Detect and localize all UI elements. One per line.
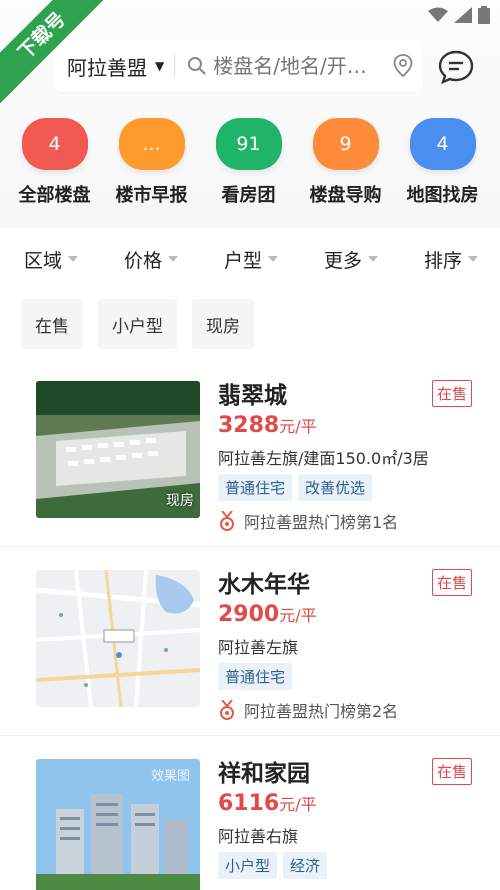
dropdown-triangle-icon (168, 256, 179, 262)
battery-icon (478, 6, 490, 24)
category-badge: ... (118, 118, 185, 170)
filter-price[interactable]: 价格 (100, 238, 200, 280)
category-label: 全部楼盘 (18, 185, 91, 206)
wifi-icon (428, 7, 448, 22)
message-icon[interactable] (438, 50, 474, 84)
category-row: 4 全部楼盘 ... 楼市早报 91 看房团 9 楼盘导购 4 地图找房 (0, 118, 500, 207)
dropdown-triangle-icon (268, 256, 279, 262)
filter-label: 区域 (24, 249, 63, 272)
category-label: 看房团 (221, 185, 276, 206)
filter-label: 更多 (324, 249, 363, 272)
listing-name: 翡翠城 (218, 383, 287, 409)
price-unit: 元/平 (279, 417, 317, 436)
listing-tag: 普通住宅 (218, 474, 293, 501)
category-all-projects[interactable]: 4 全部楼盘 (6, 118, 103, 207)
thumb-tag: 效果图 (150, 769, 190, 784)
category-map-search[interactable]: 4 地图找房 (394, 118, 491, 207)
filter-bar: 区域 价格 户型 更多 排序 (0, 238, 500, 280)
listing-tags: 普通住宅 改善优选 (218, 474, 373, 501)
price-unit: 元/平 (279, 795, 317, 814)
category-badge: 9 (312, 118, 379, 170)
status-badge: 在售 (431, 758, 472, 785)
medal-icon (220, 511, 234, 531)
divider (174, 55, 176, 77)
dropdown-triangle-icon (68, 256, 79, 262)
price-value: 3288 (218, 413, 280, 438)
listing-photo: 现房 (36, 381, 200, 518)
caret-down-icon: ▼ (155, 59, 165, 73)
search-bar[interactable]: 阿拉善盟 ▼ (53, 40, 423, 92)
city-name: 阿拉善盟 (67, 55, 147, 80)
listing-price: 3288元/平 (218, 413, 317, 438)
listing-price: 6116元/平 (218, 791, 317, 816)
listing-tag: 经济 (283, 852, 328, 879)
listing-address: 阿拉善左旗/建面150.0㎡/3居 (218, 449, 429, 468)
filter-sort[interactable]: 排序 (400, 238, 500, 280)
category-project-guide[interactable]: 9 楼盘导购 (297, 118, 394, 207)
status-badge: 在售 (431, 380, 472, 407)
rank-text: 阿拉善盟热门榜第1名 (244, 513, 399, 532)
listing-address: 阿拉善左旗 (218, 638, 299, 657)
status-badge: 在售 (431, 569, 472, 596)
list-item[interactable]: 效果图 祥和家园 在售 6116元/平 阿拉善右旗 小户型 经济 (0, 736, 500, 890)
filter-more[interactable]: 更多 (300, 238, 400, 280)
listing-tags: 普通住宅 (218, 663, 293, 690)
price-unit: 元/平 (279, 606, 317, 625)
dropdown-triangle-icon (468, 256, 479, 262)
listing-price: 2900元/平 (218, 602, 317, 627)
thumb-tag: 现房 (166, 493, 194, 509)
chip-on-sale[interactable]: 在售 (21, 299, 83, 349)
listing-name: 祥和家园 (218, 761, 310, 787)
filter-label: 排序 (424, 249, 463, 272)
listing-rank: 阿拉善盟热门榜第2名 (218, 698, 398, 722)
listing-rank: 阿拉善盟热门榜第1名 (218, 509, 398, 533)
map-thumbnail-image (36, 570, 200, 707)
listing-photo (36, 570, 200, 707)
chip-small-unit[interactable]: 小户型 (98, 299, 177, 349)
search-input[interactable] (213, 54, 379, 78)
category-badge: 4 (21, 118, 88, 170)
listing-tag: 小户型 (218, 852, 278, 879)
category-viewing-group[interactable]: 91 看房团 (200, 118, 297, 207)
filter-label: 户型 (224, 249, 263, 272)
search-icon (188, 57, 206, 75)
chip-ready-home[interactable]: 现房 (192, 299, 254, 349)
category-market-report[interactable]: ... 楼市早报 (103, 118, 200, 207)
listing-name: 水木年华 (218, 572, 310, 598)
category-label: 地图找房 (406, 185, 479, 206)
listing-list: 现房 翡翠城 在售 3288元/平 阿拉善左旗/建面150.0㎡/3居 普通住宅… (0, 358, 500, 890)
filter-label: 价格 (124, 249, 163, 272)
price-value: 6116 (218, 791, 280, 816)
category-badge: 4 (409, 118, 476, 170)
status-bar (428, 6, 490, 24)
location-pin-icon[interactable] (393, 54, 413, 78)
list-item[interactable]: 水木年华 在售 2900元/平 阿拉善左旗 普通住宅 阿拉善盟热门榜第2名 (0, 547, 500, 736)
category-label: 楼市早报 (115, 185, 188, 206)
rank-text: 阿拉善盟热门榜第2名 (244, 702, 399, 721)
listing-photo: 效果图 (36, 759, 200, 890)
medal-icon (220, 700, 234, 720)
listing-tag: 改善优选 (298, 474, 373, 501)
filter-layout[interactable]: 户型 (200, 238, 300, 280)
city-selector[interactable]: 阿拉善盟 ▼ (53, 52, 164, 81)
signal-icon (454, 7, 472, 23)
quick-filter-chips: 在售 小户型 现房 (21, 299, 254, 349)
category-badge: 91 (215, 118, 282, 170)
list-item[interactable]: 现房 翡翠城 在售 3288元/平 阿拉善左旗/建面150.0㎡/3居 普通住宅… (0, 358, 500, 547)
price-value: 2900 (218, 602, 280, 627)
listing-tags: 小户型 经济 (218, 852, 328, 879)
category-label: 楼盘导购 (309, 185, 382, 206)
dropdown-triangle-icon (368, 256, 379, 262)
listing-address: 阿拉善右旗 (218, 827, 299, 846)
filter-region[interactable]: 区域 (0, 238, 100, 280)
listing-tag: 普通住宅 (218, 663, 293, 690)
